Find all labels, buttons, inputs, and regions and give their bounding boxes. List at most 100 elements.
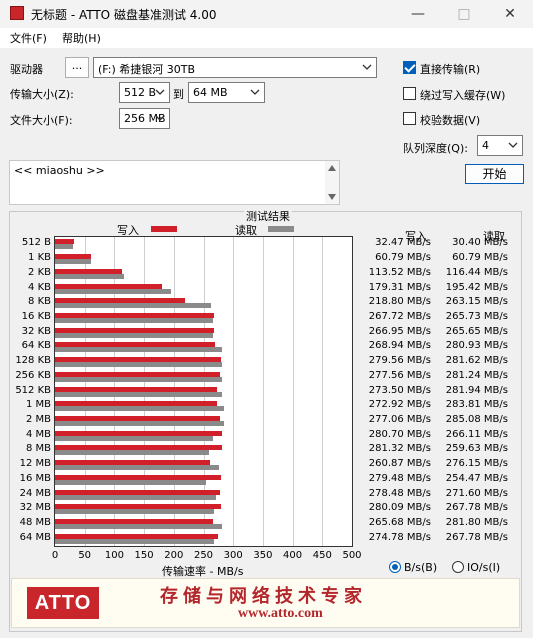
drive-value: (F:) 希捷银河 30TB	[98, 63, 196, 76]
x-tick-label: 200	[164, 550, 184, 561]
read-value-label: 281.94 MB/s	[445, 384, 508, 396]
transfer-to-value: 64 MB	[193, 86, 228, 99]
bar-read	[55, 435, 214, 441]
to-label: 到	[173, 88, 184, 101]
scroll-down-icon[interactable]	[328, 194, 336, 200]
x-tick-label: 250	[193, 550, 214, 561]
read-value-label: 271.60 MB/s	[445, 487, 508, 499]
description-scrollbar[interactable]	[325, 161, 339, 204]
description-textarea[interactable]: << miaoshu >>	[9, 160, 340, 205]
unit-ios-label[interactable]: IO/s(I)	[467, 561, 500, 574]
browse-button[interactable]: ...	[65, 57, 89, 78]
banner-url[interactable]: www.atto.com	[238, 606, 323, 622]
legend-write-swatch	[151, 226, 177, 232]
y-category-label: 8 MB	[25, 443, 51, 455]
read-value-label: 281.80 MB/s	[445, 516, 508, 528]
read-value-label: 254.47 MB/s	[445, 472, 508, 484]
write-value-label: 60.79 MB/s	[375, 252, 431, 264]
y-category-label: 2 KB	[28, 266, 51, 278]
maximize-button[interactable]: □	[441, 0, 487, 28]
drive-label: 驱动器	[10, 63, 43, 76]
gridline	[233, 237, 235, 546]
y-category-label: 12 MB	[19, 458, 51, 470]
y-category-label: 1 MB	[25, 399, 51, 411]
read-value-label: 280.93 MB/s	[445, 340, 508, 352]
read-value-label: 263.15 MB/s	[445, 296, 508, 308]
description-text: << miaoshu >>	[14, 164, 105, 177]
close-button[interactable]: ✕	[487, 0, 533, 28]
bar-read	[55, 509, 215, 515]
bypass-cache-checkbox[interactable]	[403, 87, 416, 100]
banner-slogan: 存储与网络技术专家	[160, 586, 367, 607]
app-icon	[10, 6, 24, 20]
verify-data-checkbox[interactable]	[403, 112, 416, 125]
y-category-label: 24 MB	[19, 487, 51, 499]
y-category-label: 32 KB	[21, 325, 51, 337]
write-value-label: 260.87 MB/s	[368, 458, 431, 470]
unit-ios-radio[interactable]	[452, 561, 464, 573]
queue-depth-select[interactable]: 4	[477, 135, 523, 156]
bar-read	[55, 273, 125, 279]
bar-read	[55, 465, 220, 471]
minimize-button[interactable]: —	[395, 0, 441, 28]
gridline	[262, 237, 264, 546]
write-value-label: 265.68 MB/s	[368, 516, 431, 528]
transfer-to-select[interactable]: 64 MB	[188, 82, 265, 103]
unit-bs-radio[interactable]	[389, 561, 401, 573]
write-value-label: 273.50 MB/s	[368, 384, 431, 396]
verify-data-label[interactable]: 校验数据(V)	[420, 112, 480, 128]
y-category-label: 128 KB	[15, 355, 51, 367]
x-tick-label: 150	[134, 550, 154, 561]
bar-read	[55, 391, 223, 397]
y-category-label: 48 MB	[19, 516, 51, 528]
read-value-label: 116.44 MB/s	[445, 266, 508, 278]
maximize-icon: □	[457, 6, 471, 22]
atto-logo: ATTO	[27, 587, 99, 619]
file-size-select[interactable]: 256 MB	[119, 108, 170, 129]
x-tick-label: 50	[78, 550, 92, 561]
y-category-label: 512 B	[21, 237, 51, 249]
bar-read	[55, 317, 213, 323]
scroll-up-icon[interactable]	[328, 165, 336, 171]
unit-bs-label[interactable]: B/s(B)	[404, 561, 437, 574]
write-value-label: 281.32 MB/s	[368, 443, 431, 455]
read-value-label: 267.78 MB/s	[445, 502, 508, 514]
chevron-down-icon	[362, 64, 372, 70]
bar-read	[55, 362, 223, 368]
direct-io-label[interactable]: 直接传输(R)	[420, 61, 480, 77]
bar-read	[55, 420, 225, 426]
chart-plot-area	[54, 236, 353, 547]
bar-read	[55, 479, 207, 485]
write-value-label: 267.72 MB/s	[368, 310, 431, 322]
write-value-label: 266.95 MB/s	[368, 325, 431, 337]
read-value-label: 265.73 MB/s	[445, 310, 508, 322]
read-value-label: 265.65 MB/s	[445, 325, 508, 337]
read-value-label: 276.15 MB/s	[445, 458, 508, 470]
write-value-label: 279.56 MB/s	[368, 355, 431, 367]
start-button[interactable]: 开始	[465, 164, 524, 184]
chevron-down-icon	[155, 89, 165, 95]
read-value-label: 195.42 MB/s	[445, 281, 508, 293]
direct-io-checkbox[interactable]	[403, 61, 416, 74]
y-category-label: 8 KB	[28, 296, 51, 308]
drive-select[interactable]: (F:) 希捷银河 30TB	[93, 57, 377, 78]
write-value-label: 268.94 MB/s	[368, 340, 431, 352]
x-tick-label: 0	[51, 550, 59, 561]
read-value-label: 281.62 MB/s	[445, 355, 508, 367]
bar-read	[55, 450, 210, 456]
x-tick-label: 400	[283, 550, 303, 561]
write-value-label: 113.52 MB/s	[368, 266, 431, 278]
y-category-label: 1 KB	[28, 252, 51, 264]
close-icon: ✕	[504, 6, 516, 22]
bypass-cache-label[interactable]: 绕过写入缓存(W)	[420, 87, 505, 103]
bar-read	[55, 494, 217, 500]
menu-file[interactable]: 文件(F)	[10, 30, 47, 46]
y-category-label: 64 KB	[21, 340, 51, 352]
bar-read	[55, 376, 223, 382]
bar-read	[55, 347, 222, 353]
menu-help[interactable]: 帮助(H)	[62, 30, 101, 46]
read-value-label: 267.78 MB/s	[445, 531, 508, 543]
bar-read	[55, 259, 92, 265]
transfer-from-select[interactable]: 512 B	[119, 82, 170, 103]
gridline	[322, 237, 324, 546]
